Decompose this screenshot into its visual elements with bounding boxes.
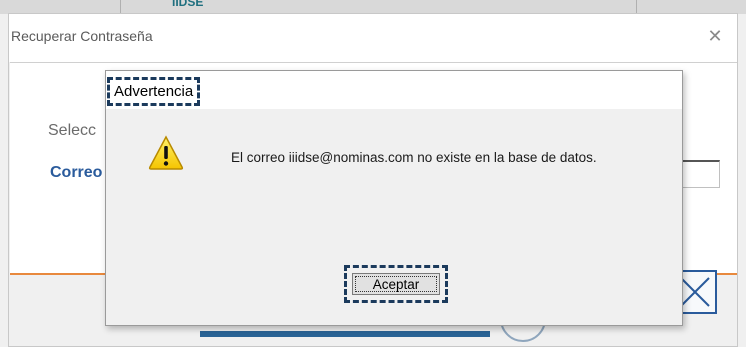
email-field[interactable] [682, 160, 720, 188]
warning-dialog-title: Advertencia [107, 77, 201, 106]
background-fragment-text: IIDSE [172, 0, 204, 9]
background-window-strip: IIDSE [0, 0, 746, 14]
recover-password-titlebar: Recuperar Contraseña ✕ [9, 14, 737, 62]
recover-password-title: Recuperar Contraseña [11, 28, 153, 44]
warning-dialog-titlebar: Advertencia [106, 71, 682, 109]
background-divider [120, 0, 121, 14]
ok-button-focus-rect [355, 276, 437, 292]
ok-button[interactable]: Aceptar [352, 273, 440, 295]
close-icon[interactable]: ✕ [705, 26, 725, 46]
warning-message: El correo iiidse@nominas.com no existe e… [231, 150, 597, 165]
select-label: Selecc [48, 122, 97, 139]
background-divider [636, 0, 637, 14]
warning-dialog: Advertencia El correo iiidse@nominas.com… [105, 70, 683, 326]
ok-button-focus: Aceptar [344, 265, 448, 303]
email-label: Correo [50, 164, 103, 181]
warning-icon [148, 135, 184, 170]
primary-button-edge[interactable] [200, 331, 490, 337]
